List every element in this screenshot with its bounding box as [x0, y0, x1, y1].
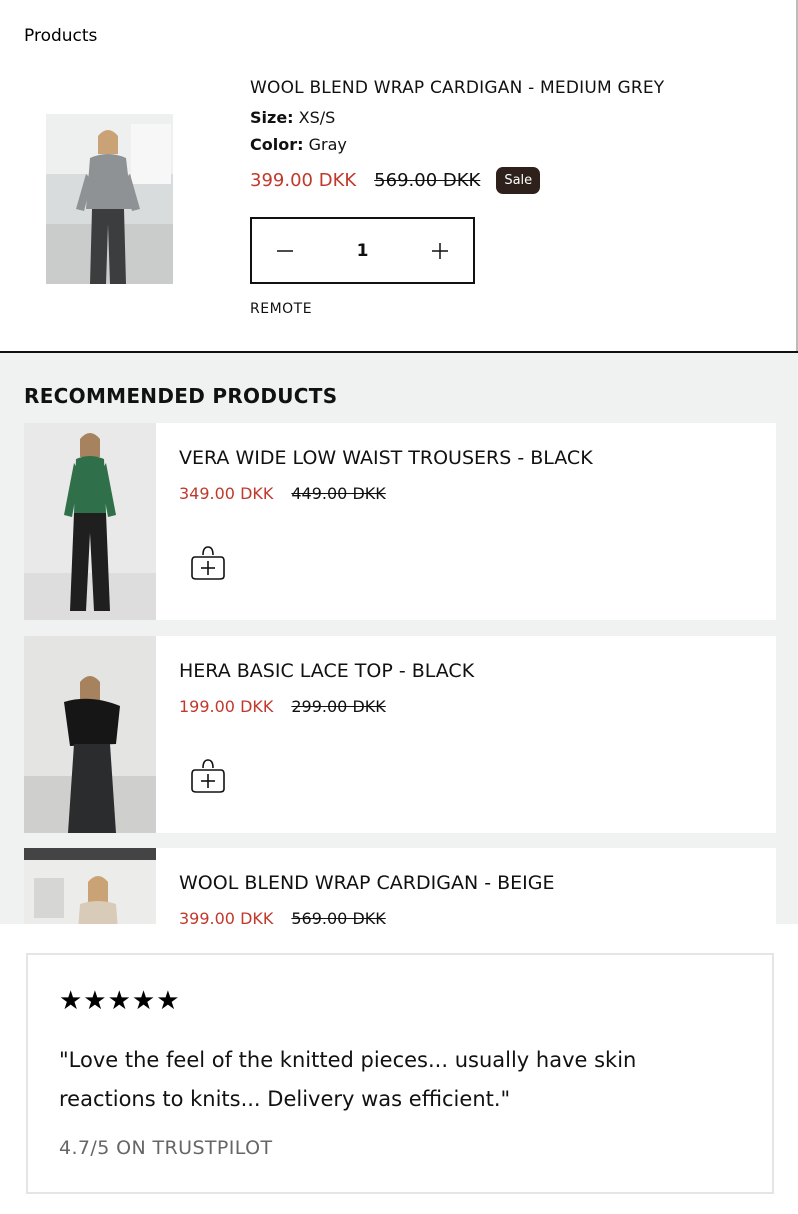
product-image[interactable] [24, 423, 156, 620]
price-row: 399.00 DKK 569.00 DKK Sale [250, 165, 770, 195]
product-image[interactable] [24, 636, 156, 833]
recommended-products-section: RECOMMENDED PRODUCTS VERA WIDE LOW WAIST… [0, 351, 798, 924]
quantity-value[interactable]: 1 [357, 241, 369, 261]
trustpilot-review-card: ★★★★★ "Love the feel of the knitted piec… [26, 953, 774, 1194]
product-original-price: 299.00 DKK [291, 697, 386, 716]
product-sale-price: 349.00 DKK [179, 484, 274, 503]
product-prices: 349.00 DKK 449.00 DKK [179, 484, 386, 503]
add-to-bag-button[interactable] [189, 756, 227, 796]
quantity-stepper: 1 [250, 217, 475, 284]
plus-icon [432, 242, 448, 259]
color-label: Color: [250, 135, 304, 154]
increase-quantity-button[interactable] [407, 219, 473, 282]
size-label: Size: [250, 108, 294, 127]
review-quote: "Love the feel of the knitted pieces... … [59, 1048, 637, 1111]
product-original-price: 449.00 DKK [291, 484, 386, 503]
color-attribute: Color: Gray [250, 135, 770, 154]
cart-item-image[interactable] [46, 114, 173, 284]
sale-badge: Sale [496, 166, 541, 194]
rating-stars: ★★★★★ [59, 986, 181, 1016]
sale-price: 399.00 DKK [250, 169, 357, 191]
product-name[interactable]: HERA BASIC LACE TOP - BLACK [179, 660, 474, 682]
product-name[interactable]: WOOL BLEND WRAP CARDIGAN - BEIGE [179, 872, 554, 894]
remove-link[interactable]: REMOTE [250, 301, 312, 317]
recommended-heading: RECOMMENDED PRODUCTS [24, 384, 338, 408]
product-prices: 399.00 DKK 569.00 DKK [179, 909, 386, 924]
recommended-product-card[interactable]: HERA BASIC LACE TOP - BLACK 199.00 DKK 2… [24, 636, 776, 833]
recommended-product-card[interactable]: WOOL BLEND WRAP CARDIGAN - BEIGE 399.00 … [24, 848, 776, 924]
product-name[interactable]: VERA WIDE LOW WAIST TROUSERS - BLACK [179, 447, 593, 469]
minus-icon [277, 249, 293, 252]
recommended-product-card[interactable]: VERA WIDE LOW WAIST TROUSERS - BLACK 349… [24, 423, 776, 620]
size-value: XS/S [298, 108, 336, 127]
add-to-bag-button[interactable] [189, 543, 227, 583]
product-sale-price: 199.00 DKK [179, 697, 274, 716]
cart-item: WOOL BLEND WRAP CARDIGAN - MEDIUM GREY S… [0, 0, 798, 352]
decrease-quantity-button[interactable] [252, 219, 318, 282]
size-attribute: Size: XS/S [250, 108, 770, 127]
add-to-bag-icon [191, 546, 225, 580]
product-prices: 199.00 DKK 299.00 DKK [179, 697, 386, 716]
product-sale-price: 399.00 DKK [179, 909, 274, 924]
color-value: Gray [308, 135, 347, 154]
product-image[interactable] [24, 848, 156, 924]
trustpilot-rating[interactable]: 4.7/5 ON TRUSTPILOT [59, 1137, 272, 1159]
cart-item-title[interactable]: WOOL BLEND WRAP CARDIGAN - MEDIUM GREY [250, 78, 770, 98]
product-original-price: 569.00 DKK [291, 909, 386, 924]
cart-item-info: WOOL BLEND WRAP CARDIGAN - MEDIUM GREY S… [250, 78, 770, 195]
original-price: 569.00 DKK [374, 169, 481, 191]
add-to-bag-icon [191, 759, 225, 793]
